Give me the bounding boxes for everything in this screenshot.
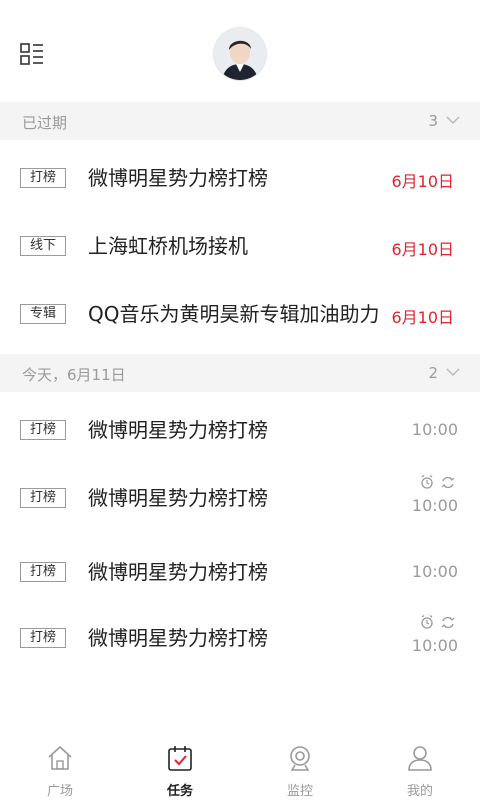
tab-plaza[interactable]: 广场 bbox=[0, 730, 120, 800]
task-row[interactable]: 专辑 QQ音乐为黄明昊新专辑加油助力 6月10日 bbox=[0, 282, 480, 348]
task-tag: 打榜 bbox=[20, 168, 66, 188]
tab-label: 广场 bbox=[46, 784, 73, 799]
task-tag: 专辑 bbox=[20, 304, 66, 324]
webcam-icon bbox=[290, 746, 310, 771]
task-row[interactable]: 打榜 微博明星势力榜打榜 6月10日 bbox=[0, 146, 480, 212]
user-avatar-image bbox=[214, 28, 266, 80]
task-calendar-icon bbox=[168, 746, 192, 771]
section-title: 已过期 bbox=[22, 114, 68, 132]
tab-label: 任务 bbox=[166, 784, 193, 799]
section-count: 3 bbox=[428, 112, 438, 130]
tab-mine[interactable]: 我的 bbox=[360, 730, 480, 800]
task-row[interactable]: 打榜 微博明星势力榜打榜 10:00 bbox=[0, 398, 480, 464]
task-date: 6月10日 bbox=[391, 240, 454, 259]
task-time: 10:00 bbox=[411, 636, 458, 655]
reminder-icons bbox=[421, 474, 455, 489]
user-icon bbox=[408, 746, 432, 771]
repeat-icon bbox=[441, 476, 455, 489]
task-tag: 打榜 bbox=[20, 562, 66, 582]
top-header bbox=[0, 0, 480, 102]
chevron-down-icon[interactable] bbox=[446, 367, 460, 377]
task-time: 10:00 bbox=[411, 420, 458, 439]
home-icon bbox=[48, 745, 72, 770]
tab-label: 我的 bbox=[406, 784, 433, 799]
bottom-tab-bar: 广场 任务 监控 我的 bbox=[0, 730, 480, 800]
task-tag: 线下 bbox=[20, 236, 66, 256]
tab-tasks[interactable]: 任务 bbox=[120, 730, 240, 800]
repeat-icon bbox=[441, 616, 455, 629]
task-time: 10:00 bbox=[411, 562, 458, 581]
avatar[interactable] bbox=[214, 28, 266, 80]
task-title: 微博明星势力榜打榜 bbox=[88, 560, 268, 584]
task-title: 微博明星势力榜打榜 bbox=[88, 626, 268, 650]
alarm-icon bbox=[421, 474, 433, 489]
section-title: 今天，6月11日 bbox=[22, 366, 126, 384]
task-row[interactable]: 打榜 微博明星势力榜打榜 10:00 bbox=[0, 540, 480, 606]
task-tag: 打榜 bbox=[20, 420, 66, 440]
tab-monitor[interactable]: 监控 bbox=[240, 730, 360, 800]
task-title: 微博明星势力榜打榜 bbox=[88, 166, 268, 190]
tab-label: 监控 bbox=[286, 784, 313, 799]
section-count: 2 bbox=[428, 364, 438, 382]
chevron-down-icon[interactable] bbox=[446, 115, 460, 125]
task-tag: 打榜 bbox=[20, 488, 66, 508]
section-header-today[interactable]: 今天，6月11日 2 bbox=[0, 354, 480, 392]
task-title: 微博明星势力榜打榜 bbox=[88, 486, 268, 510]
task-title: 微博明星势力榜打榜 bbox=[88, 418, 268, 442]
task-title: QQ音乐为黄明昊新专辑加油助力 bbox=[88, 302, 380, 326]
reminder-icons bbox=[421, 614, 455, 629]
section-header-expired[interactable]: 已过期 3 bbox=[0, 102, 480, 140]
task-date: 6月10日 bbox=[391, 172, 454, 191]
task-date: 6月10日 bbox=[391, 308, 454, 327]
task-row[interactable]: 打榜 微博明星势力榜打榜 10:00 bbox=[0, 606, 480, 672]
alarm-icon bbox=[421, 614, 433, 629]
task-tag: 打榜 bbox=[20, 628, 66, 648]
task-row[interactable]: 打榜 微博明星势力榜打榜 10:00 bbox=[0, 466, 480, 532]
task-row[interactable]: 线下 上海虹桥机场接机 6月10日 bbox=[0, 214, 480, 280]
task-title: 上海虹桥机场接机 bbox=[88, 234, 248, 258]
task-time: 10:00 bbox=[411, 496, 458, 515]
list-menu-icon[interactable] bbox=[18, 40, 46, 68]
